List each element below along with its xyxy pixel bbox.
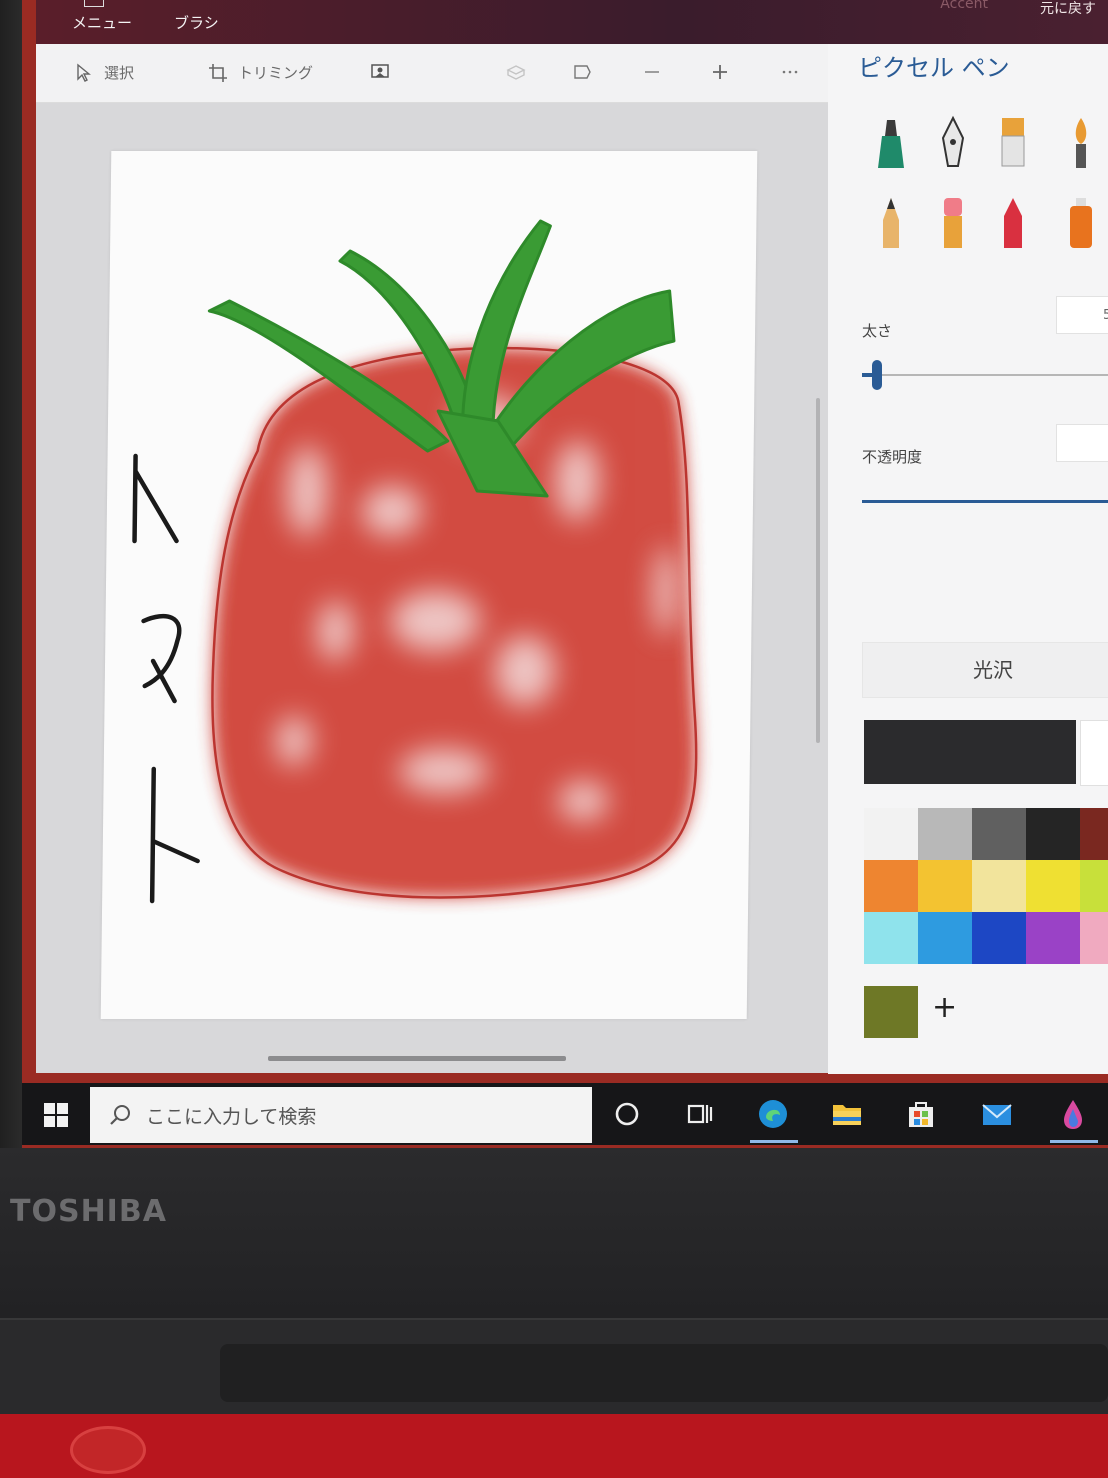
laptop-base bbox=[0, 1414, 1108, 1478]
edge-browser-icon[interactable] bbox=[756, 1097, 790, 1131]
panel-title: ピクセル ペン bbox=[858, 54, 1010, 82]
color-picker-button[interactable] bbox=[1080, 720, 1108, 786]
hinge-cover bbox=[220, 1344, 1108, 1402]
drawing-canvas[interactable] bbox=[100, 151, 758, 1019]
laptop-chassis: TOSHIBA bbox=[0, 1148, 1108, 1478]
3d-view-tool[interactable] bbox=[506, 62, 526, 82]
laptop-bezel bbox=[0, 0, 22, 1150]
cursor-arrow-icon bbox=[77, 63, 91, 82]
crayon-brush[interactable] bbox=[996, 194, 1030, 252]
menu-icon bbox=[84, 0, 104, 7]
color-swatch[interactable] bbox=[864, 912, 918, 964]
eraser-brush[interactable] bbox=[936, 194, 970, 252]
marker-brush[interactable] bbox=[874, 114, 908, 172]
add-color-button[interactable]: + bbox=[932, 990, 957, 1025]
color-swatch[interactable] bbox=[918, 808, 972, 860]
current-color-swatch[interactable] bbox=[864, 720, 1076, 784]
3d-view-icon bbox=[506, 65, 526, 80]
more-icon bbox=[782, 70, 798, 74]
task-view-icon[interactable] bbox=[682, 1097, 716, 1131]
search-icon bbox=[110, 1105, 130, 1125]
color-swatch[interactable] bbox=[1080, 808, 1108, 860]
spray-can-brush[interactable] bbox=[1064, 194, 1098, 252]
select-label: 選択 bbox=[104, 64, 135, 82]
title-bar: メニュー ブラシ Accent 元に戻す bbox=[36, 0, 1108, 44]
mail-icon[interactable] bbox=[980, 1097, 1014, 1131]
gloss-button[interactable]: 光沢 bbox=[862, 642, 1108, 698]
color-swatch[interactable] bbox=[1026, 860, 1080, 912]
taskbar-search[interactable]: ここに入力して検索 bbox=[90, 1087, 592, 1143]
zoom-in-button[interactable] bbox=[710, 62, 730, 82]
select-tool[interactable]: 選択 bbox=[74, 62, 134, 83]
plus-icon bbox=[713, 65, 727, 79]
crop-label: トリミング bbox=[238, 64, 314, 82]
paint3d-window: メニュー ブラシ Accent 元に戻す 選択 トリミング ピクセル ペン 太さ… bbox=[36, 0, 1108, 1074]
magic-select-icon bbox=[371, 64, 389, 78]
toolbar: 選択 トリミング bbox=[36, 44, 828, 103]
pencil-brush[interactable] bbox=[874, 194, 908, 252]
paint3d-app-icon[interactable] bbox=[1056, 1097, 1090, 1131]
more-button[interactable] bbox=[780, 62, 800, 82]
horizontal-scrollbar[interactable] bbox=[268, 1056, 566, 1061]
color-swatch[interactable] bbox=[972, 912, 1026, 964]
opacity-label: 不透明度 bbox=[862, 448, 923, 466]
katakana-text bbox=[132, 453, 200, 904]
zoom-out-button[interactable] bbox=[642, 62, 662, 82]
opacity-slider[interactable] bbox=[862, 500, 1108, 503]
size-slider-thumb[interactable] bbox=[872, 360, 882, 390]
size-input[interactable]: 5 bbox=[1056, 296, 1108, 334]
brush-panel: ピクセル ペン 太さ 5 不透明度 光沢 + bbox=[828, 44, 1108, 1074]
windows-start-button[interactable] bbox=[44, 1103, 68, 1127]
watercolor-brush[interactable] bbox=[1064, 114, 1098, 172]
color-swatch[interactable] bbox=[1080, 860, 1108, 912]
color-swatch[interactable] bbox=[1080, 912, 1108, 964]
brushes-tab[interactable]: ブラシ bbox=[174, 12, 219, 33]
color-swatch[interactable] bbox=[972, 860, 1026, 912]
canvas-icon bbox=[574, 65, 591, 79]
file-explorer-icon[interactable] bbox=[830, 1097, 864, 1131]
custom-color-swatch[interactable] bbox=[864, 986, 918, 1038]
color-swatch[interactable] bbox=[1026, 912, 1080, 964]
search-placeholder: ここに入力して検索 bbox=[146, 1105, 317, 1128]
oil-brush[interactable] bbox=[996, 114, 1030, 172]
magic-select-tool[interactable] bbox=[370, 62, 390, 82]
brush-label: ブラシ bbox=[174, 14, 219, 32]
crop-icon bbox=[209, 63, 227, 82]
minus-icon bbox=[645, 71, 659, 73]
color-swatch[interactable] bbox=[864, 860, 918, 912]
color-swatch[interactable] bbox=[918, 912, 972, 964]
taskbar: ここに入力して検索 bbox=[22, 1083, 1108, 1145]
paint3d-active-indicator bbox=[1050, 1140, 1098, 1143]
size-slider[interactable] bbox=[862, 360, 1108, 390]
vertical-scrollbar[interactable] bbox=[816, 398, 820, 743]
color-swatch[interactable] bbox=[864, 808, 918, 860]
edge-active-indicator bbox=[750, 1140, 798, 1143]
menu-label: メニュー bbox=[72, 14, 133, 32]
canvas-tool[interactable] bbox=[572, 62, 592, 82]
power-button[interactable] bbox=[70, 1426, 146, 1474]
canvas-area[interactable] bbox=[36, 103, 828, 1073]
crop-tool[interactable]: トリミング bbox=[208, 62, 313, 83]
screen: メニュー ブラシ Accent 元に戻す 選択 トリミング ピクセル ペン 太さ… bbox=[22, 0, 1108, 1150]
microsoft-store-icon[interactable] bbox=[904, 1097, 938, 1131]
size-label: 太さ bbox=[862, 322, 893, 340]
color-swatch[interactable] bbox=[972, 808, 1026, 860]
tomato-drawing bbox=[132, 219, 698, 904]
opacity-input[interactable] bbox=[1056, 424, 1108, 462]
cortana-icon[interactable] bbox=[610, 1097, 644, 1131]
color-swatch[interactable] bbox=[1026, 808, 1080, 860]
menu-button[interactable]: メニュー bbox=[72, 0, 133, 33]
color-swatch[interactable] bbox=[918, 860, 972, 912]
undo-button[interactable]: 元に戻す bbox=[1040, 0, 1096, 18]
calligraphy-pen-brush[interactable] bbox=[936, 114, 970, 172]
faded-title-text: Accent bbox=[940, 0, 988, 12]
brand-logo: TOSHIBA bbox=[10, 1194, 167, 1229]
